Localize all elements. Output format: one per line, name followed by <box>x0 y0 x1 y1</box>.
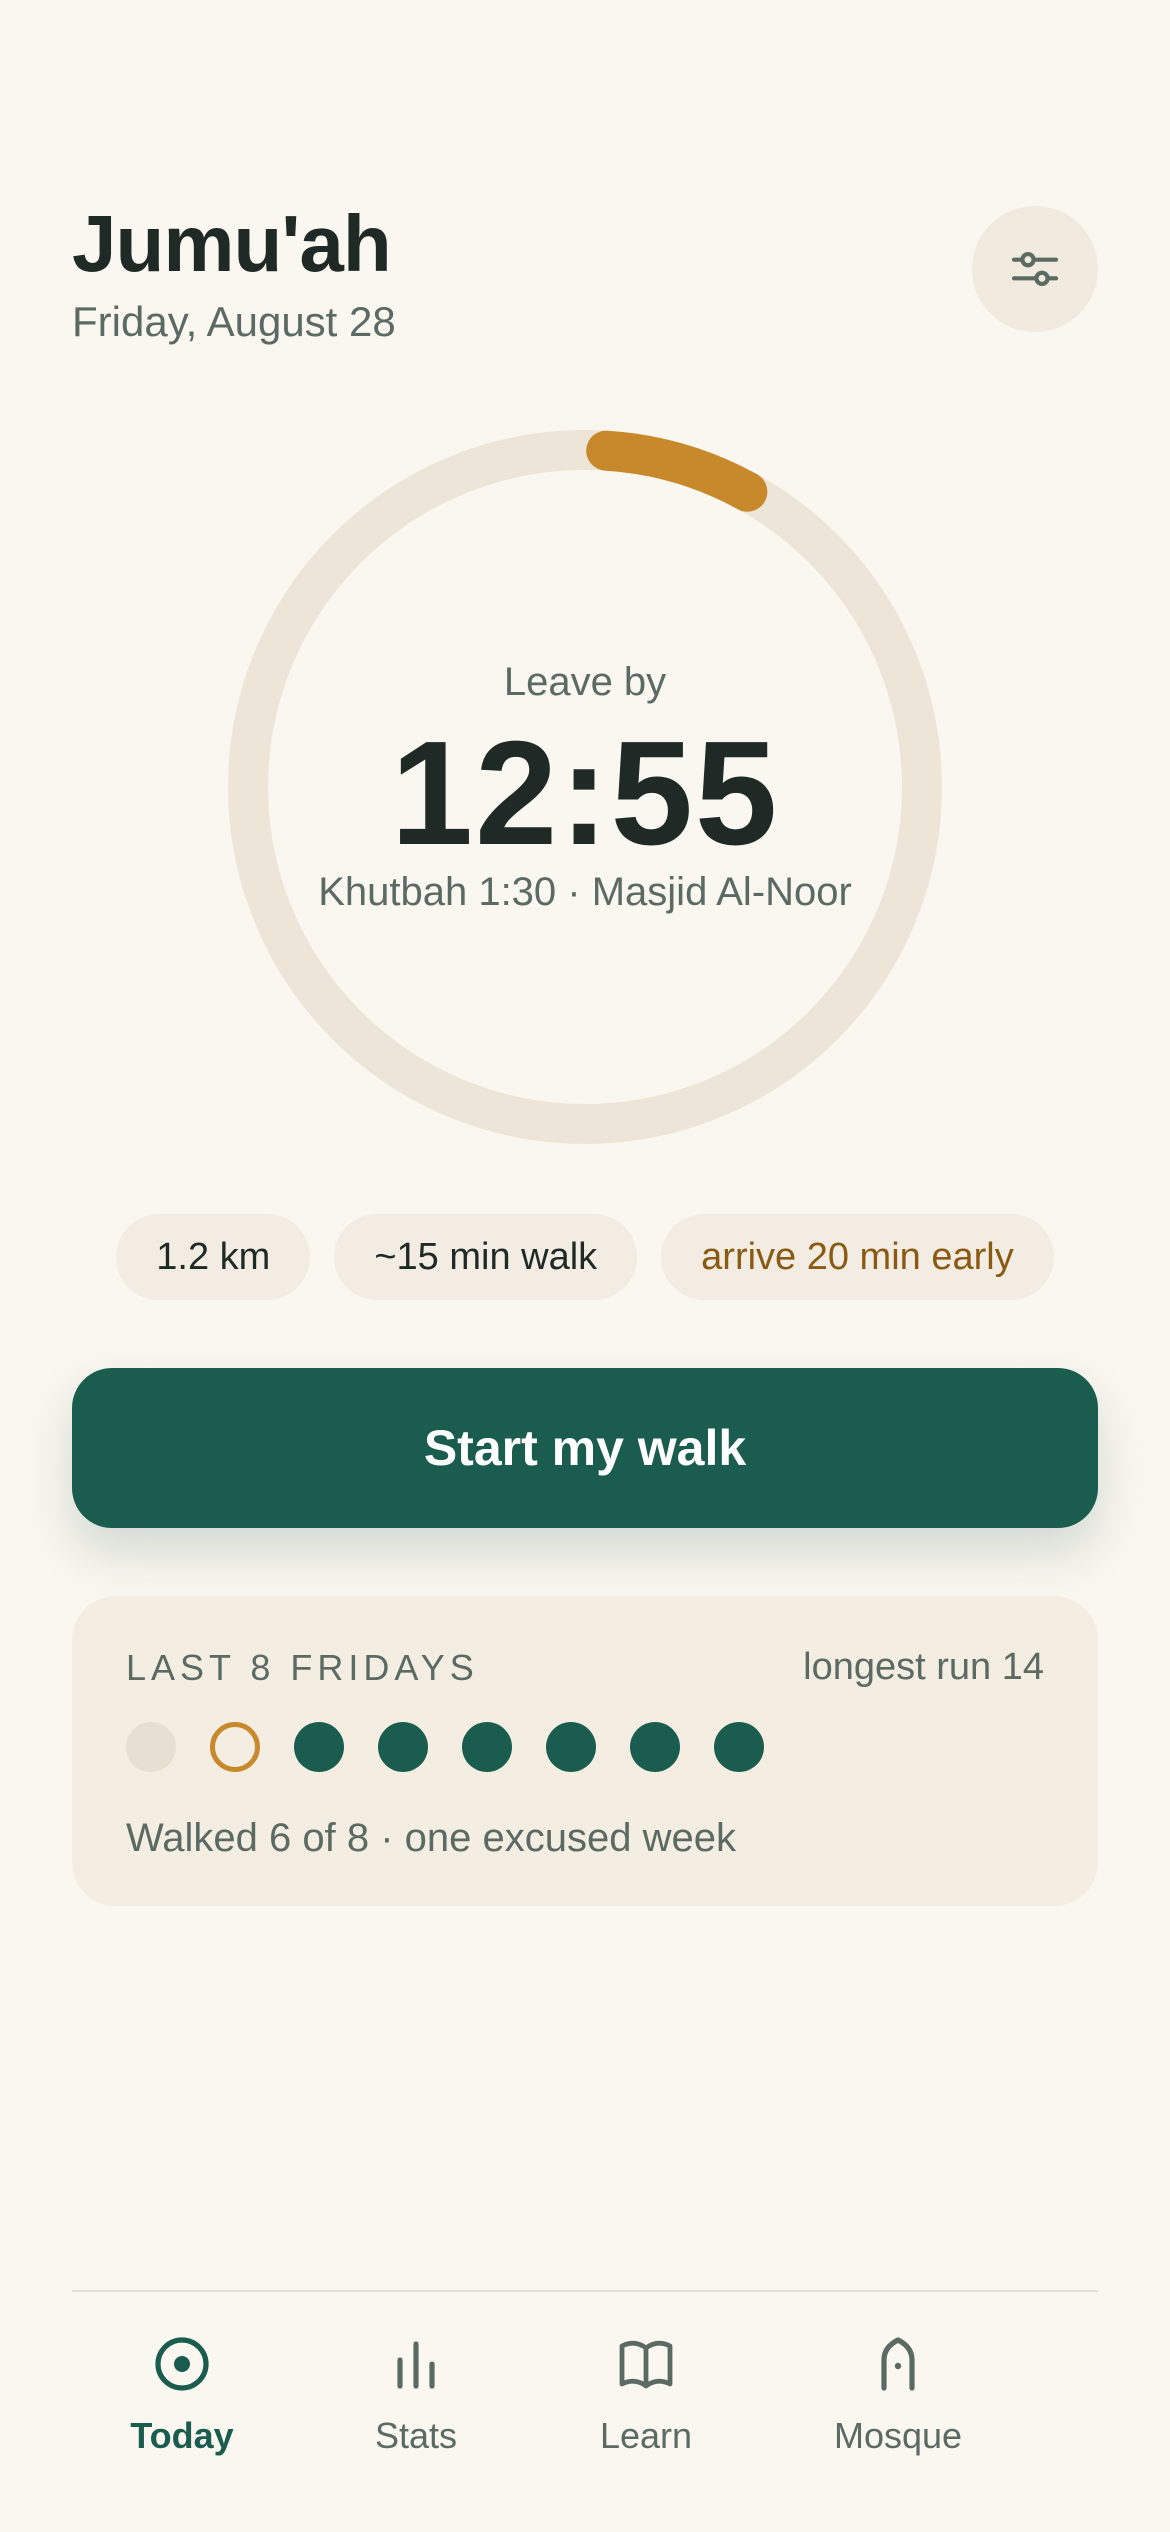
nav-label-learn: Learn <box>599 2415 693 2456</box>
streak-summary: Walked 6 of 8 · one excused week <box>126 1816 736 1860</box>
distance-chip: 1.2 km <box>116 1214 311 1300</box>
walk-time-chip: ~15 min walk <box>334 1214 638 1300</box>
bar-chart-icon <box>397 2341 435 2389</box>
week-dot-walked <box>714 1722 764 1772</box>
today-screen: Jumu'ah Friday, August 28 Leave by 12:55… <box>0 0 1170 2532</box>
leave-time: 12:55 <box>390 711 780 876</box>
longest-run: longest run 14 <box>803 1646 1044 1688</box>
countdown-ring: Leave by 12:55 Khutbah 1:30 · Masjid Al-… <box>228 430 942 1144</box>
page-date: Friday, August 28 <box>72 298 396 345</box>
start-walk-button[interactable]: Start my walk <box>72 1368 1098 1528</box>
streak-title: LAST 8 FRIDAYS <box>126 1647 479 1688</box>
nav-item-stats[interactable]: Stats <box>306 2332 526 2458</box>
trip-chips: 1.2 km ~15 min walk arrive 20 min early <box>0 1214 1170 1300</box>
nav-item-learn[interactable]: Learn <box>536 2332 756 2458</box>
bottom-nav: Today Stats Learn Mosque <box>72 2292 1098 2492</box>
week-dot-walked <box>462 1722 512 1772</box>
nav-label-today: Today <box>130 2415 234 2456</box>
week-dot-missed <box>126 1722 176 1772</box>
arrival-chip: arrive 20 min early <box>661 1214 1054 1300</box>
week-dot-walked <box>630 1722 680 1772</box>
week-dot-excused <box>210 1722 260 1772</box>
sliders-icon <box>1011 251 1059 287</box>
nav-item-mosque[interactable]: Mosque <box>788 2332 1008 2458</box>
countdown-center: Leave by 12:55 Khutbah 1:30 · Masjid Al-… <box>228 430 942 1144</box>
mosque-arch-icon <box>881 2337 915 2391</box>
week-dots <box>126 1722 764 1772</box>
target-icon <box>155 2337 209 2391</box>
week-dot-walked <box>294 1722 344 1772</box>
khutbah-detail: Khutbah 1:30 · Masjid Al-Noor <box>318 870 852 914</box>
page-title: Jumu'ah <box>72 199 392 288</box>
nav-label-mosque: Mosque <box>833 2415 963 2456</box>
book-icon <box>619 2340 673 2389</box>
week-dot-walked <box>378 1722 428 1772</box>
settings-button[interactable] <box>972 206 1098 332</box>
streak-card: LAST 8 FRIDAYS longest run 14 Walked 6 o… <box>72 1596 1098 1906</box>
nav-item-today[interactable]: Today <box>72 2332 292 2458</box>
nav-label-stats: Stats <box>374 2415 458 2456</box>
week-dot-walked <box>546 1722 596 1772</box>
leave-by-label: Leave by <box>503 660 667 704</box>
